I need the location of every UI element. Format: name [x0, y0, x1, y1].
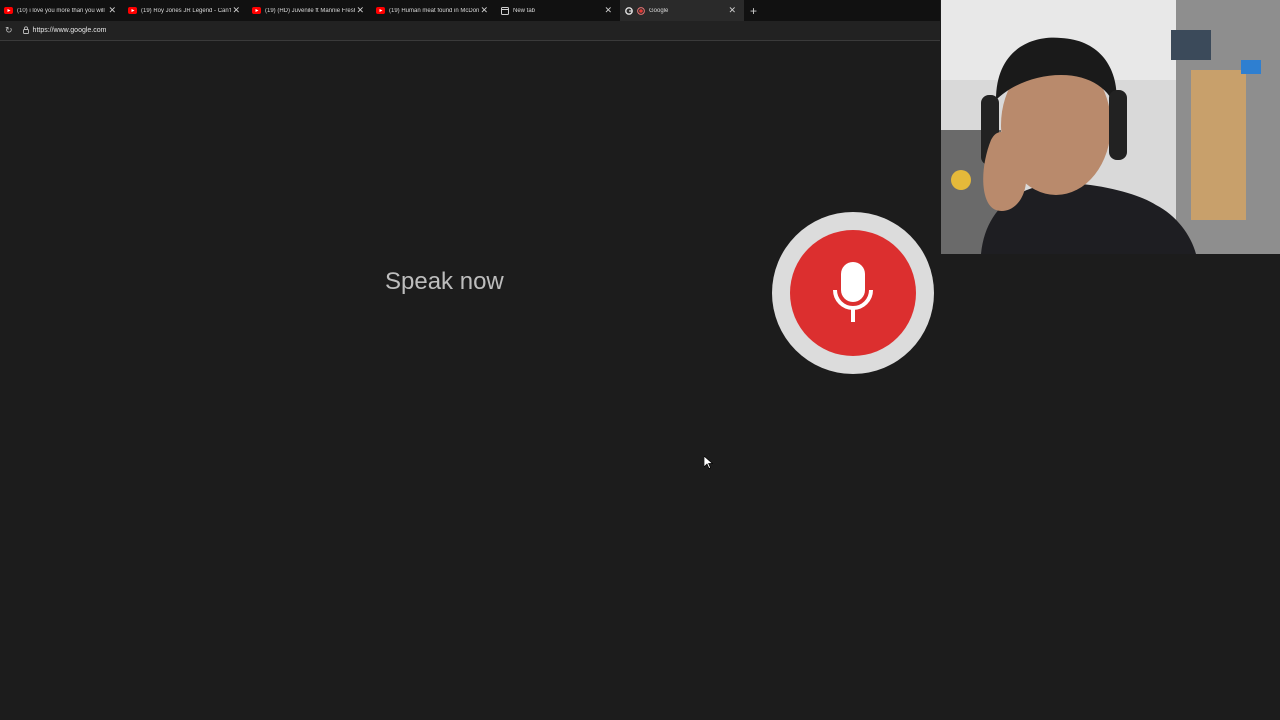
tab-new-tab[interactable]: New tab ✕	[496, 0, 620, 21]
tab-youtube-4[interactable]: (19) Human meat found in McDon ✕	[372, 0, 496, 21]
close-icon[interactable]: ✕	[604, 5, 612, 15]
youtube-icon	[128, 6, 137, 15]
webcam-overlay	[941, 0, 1280, 254]
lock-icon[interactable]	[22, 25, 29, 36]
youtube-icon	[376, 6, 385, 15]
close-icon[interactable]: ✕	[480, 5, 488, 15]
mic-button[interactable]	[772, 212, 934, 374]
youtube-icon	[252, 6, 261, 15]
google-icon	[624, 6, 633, 15]
tab-title: (19) (HD) Juvenile ft Mannie Fresh	[265, 7, 355, 14]
tab-title: Google	[649, 7, 669, 14]
tab-title: (19) Human meat found in McDon	[389, 7, 479, 14]
youtube-icon	[4, 6, 13, 15]
close-icon[interactable]: ✕	[108, 5, 116, 15]
mouse-cursor-icon	[703, 455, 714, 474]
microphone-icon	[833, 262, 873, 322]
tab-youtube-2[interactable]: (19) Roy Jones JR Legend - Can't ✕	[124, 0, 248, 21]
tab-youtube-3[interactable]: (19) (HD) Juvenile ft Mannie Fresh ✕	[248, 0, 372, 21]
close-icon[interactable]: ✕	[232, 5, 240, 15]
speak-now-prompt: Speak now	[385, 268, 504, 295]
mic-button-inner[interactable]	[790, 230, 916, 356]
close-icon[interactable]: ✕	[728, 5, 736, 15]
tab-google[interactable]: Google ✕	[620, 0, 744, 21]
tab-strip: (10) i love you more than you will ✕ (19…	[0, 0, 940, 21]
tab-title: (19) Roy Jones JR Legend - Can't	[141, 7, 231, 14]
url-field[interactable]: https://www.google.com	[33, 27, 107, 34]
tab-title: (10) i love you more than you will	[17, 7, 105, 14]
address-bar: ↻ https://www.google.com	[0, 21, 940, 41]
new-tab-button[interactable]: +	[750, 5, 757, 17]
tab-youtube-1[interactable]: (10) i love you more than you will ✕	[0, 0, 124, 21]
recording-icon	[636, 6, 645, 15]
close-icon[interactable]: ✕	[356, 5, 364, 15]
webcam-image	[941, 0, 1280, 254]
reload-icon[interactable]: ↻	[5, 25, 13, 36]
tab-title: New tab	[513, 7, 536, 14]
new-tab-icon	[500, 6, 509, 15]
